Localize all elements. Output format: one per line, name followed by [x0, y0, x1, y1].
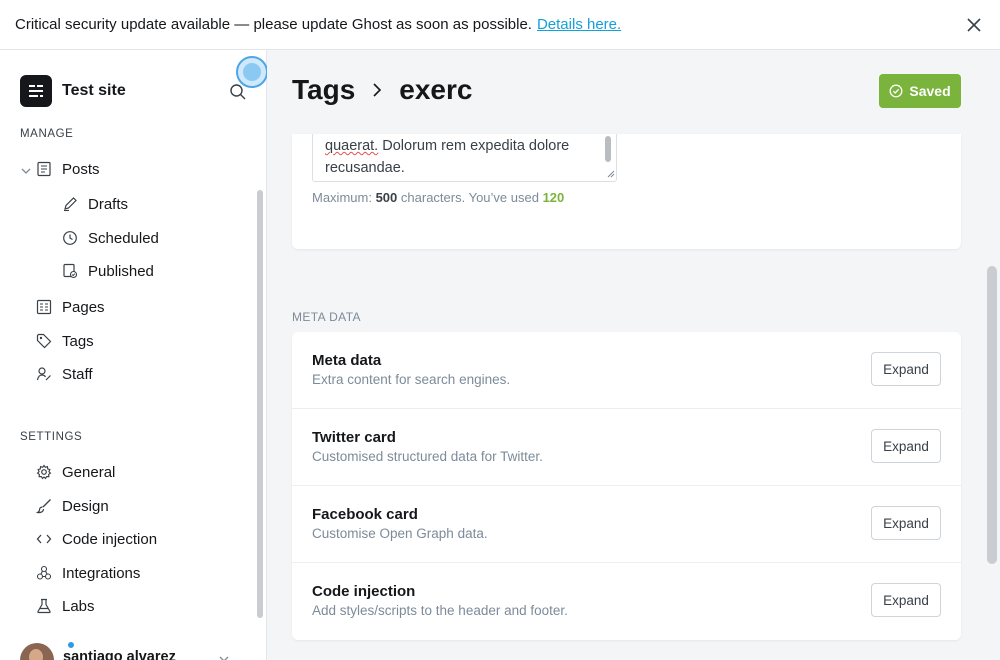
sidebar-item-pages[interactable]: Pages: [36, 296, 105, 318]
row-title: Facebook card: [312, 506, 418, 523]
code-icon: [36, 534, 52, 544]
banner-message: Critical security update available — ple…: [15, 16, 532, 33]
flask-icon: [37, 598, 51, 614]
row-title: Twitter card: [312, 429, 396, 446]
sidebar-item-label: Code injection: [62, 530, 158, 548]
security-alert-banner: Critical security update available — ple…: [0, 0, 1000, 50]
gear-icon: [36, 464, 52, 480]
saved-button-label: Saved: [909, 83, 951, 99]
tag-details-card: quaerat. Dolorum rem expedita dolore rec…: [292, 134, 961, 249]
textarea-scrollbar[interactable]: [605, 136, 611, 162]
meta-settings-card: Meta data Extra content for search engin…: [292, 332, 961, 640]
banner-details-link[interactable]: Details here.: [537, 16, 621, 33]
integrations-icon: [36, 565, 52, 580]
sidebar-item-label: Design: [62, 497, 109, 515]
tag-icon: [36, 333, 52, 349]
sidebar-item-label: Integrations: [62, 564, 141, 582]
sidebar-item-label: Labs: [62, 597, 95, 615]
sidebar-item-label: Published: [88, 262, 154, 280]
chevron-down-icon[interactable]: [218, 653, 230, 660]
row-description: Extra content for search engines.: [312, 372, 511, 387]
main-scrollbar[interactable]: [987, 266, 997, 564]
settings-section-label: SETTINGS: [20, 431, 83, 443]
row-title: Code injection: [312, 583, 416, 600]
saved-button[interactable]: Saved: [879, 74, 961, 108]
hint-prefix: Maximum:: [312, 190, 372, 205]
posts-icon: [37, 161, 51, 177]
user-menu[interactable]: santiago alvarez: [20, 640, 229, 660]
published-icon: [63, 263, 78, 279]
site-logo-icon: [20, 75, 52, 107]
row-description: Customise Open Graph data.: [312, 526, 488, 541]
sidebar: Test site MANAGE Posts Drafts Scheduled …: [0, 50, 268, 660]
close-icon[interactable]: [964, 15, 984, 35]
character-count-hint: Maximum: 500 characters. You’ve used 120: [312, 190, 564, 205]
site-title: Test site: [62, 82, 126, 99]
sidebar-item-posts[interactable]: Posts: [36, 158, 100, 180]
sidebar-item-label: Posts: [62, 160, 100, 178]
expand-facebook-card-button[interactable]: Expand: [871, 506, 941, 540]
pages-icon: [36, 299, 52, 315]
hint-max-value: 500: [375, 190, 398, 205]
sidebar-item-labs[interactable]: Labs: [36, 595, 95, 617]
chevron-down-icon[interactable]: [20, 165, 32, 177]
sidebar-item-label: Scheduled: [88, 229, 159, 247]
breadcrumb: Tags exerc: [292, 74, 472, 106]
page-title: exerc: [399, 74, 473, 105]
sidebar-item-scheduled[interactable]: Scheduled: [62, 227, 159, 249]
sidebar-item-label: Tags: [62, 332, 94, 350]
expand-meta-data-button[interactable]: Expand: [871, 352, 941, 386]
staff-icon: [36, 367, 51, 381]
main-content: Tags exerc Saved quaerat. Dolorum rem ex…: [267, 50, 1000, 660]
site-header[interactable]: Test site: [20, 75, 126, 107]
code-injection-row: Code injection Add styles/scripts to the…: [292, 563, 961, 640]
twitter-card-row: Twitter card Customised structured data …: [292, 409, 961, 486]
sidebar-item-design[interactable]: Design: [36, 495, 109, 517]
manage-section-label: MANAGE: [20, 128, 74, 140]
sidebar-item-label: General: [62, 463, 116, 481]
meta-data-row: Meta data Extra content for search engin…: [292, 332, 961, 409]
sidebar-item-label: Drafts: [88, 195, 129, 213]
sidebar-item-staff[interactable]: Staff: [36, 363, 93, 385]
user-name: santiago alvarez: [63, 648, 176, 660]
avatar: [20, 643, 54, 660]
row-title: Meta data: [312, 352, 382, 369]
sidebar-item-integrations[interactable]: Integrations: [36, 562, 140, 584]
sidebar-scrollbar[interactable]: [257, 190, 263, 618]
resize-handle-icon[interactable]: [605, 168, 615, 178]
meta-section-label: META DATA: [292, 310, 361, 324]
hint-middle: characters. You’ve used: [400, 190, 539, 205]
notification-dot: [66, 640, 76, 650]
description-text-line2: recusandae.: [325, 160, 405, 176]
hint-used-value: 120: [542, 190, 565, 205]
brush-icon: [36, 499, 51, 514]
sidebar-item-code-injection[interactable]: Code injection: [36, 528, 157, 550]
cursor-highlight-indicator: [236, 56, 268, 88]
sidebar-item-label: Pages: [62, 298, 105, 316]
expand-code-injection-button[interactable]: Expand: [871, 583, 941, 617]
facebook-card-row: Facebook card Customise Open Graph data.…: [292, 486, 961, 563]
sidebar-item-published[interactable]: Published: [62, 260, 154, 282]
sidebar-item-general[interactable]: General: [36, 461, 115, 483]
breadcrumb-parent-tags[interactable]: Tags: [292, 74, 355, 106]
pencil-icon: [64, 197, 77, 212]
chevron-right-icon: [373, 83, 382, 97]
description-text-misspelled: quaerat.: [325, 138, 379, 154]
check-circle-icon: [889, 84, 903, 98]
sidebar-item-tags[interactable]: Tags: [36, 330, 94, 352]
expand-twitter-card-button[interactable]: Expand: [871, 429, 941, 463]
clock-icon: [63, 231, 77, 245]
sidebar-item-drafts[interactable]: Drafts: [62, 193, 128, 215]
description-text-line1: Dolorum rem expedita dolore: [382, 138, 570, 154]
row-description: Customised structured data for Twitter.: [312, 449, 543, 464]
sidebar-item-label: Staff: [62, 365, 93, 383]
description-textarea[interactable]: quaerat. Dolorum rem expedita dolore rec…: [312, 134, 617, 182]
row-description: Add styles/scripts to the header and foo…: [312, 603, 568, 618]
